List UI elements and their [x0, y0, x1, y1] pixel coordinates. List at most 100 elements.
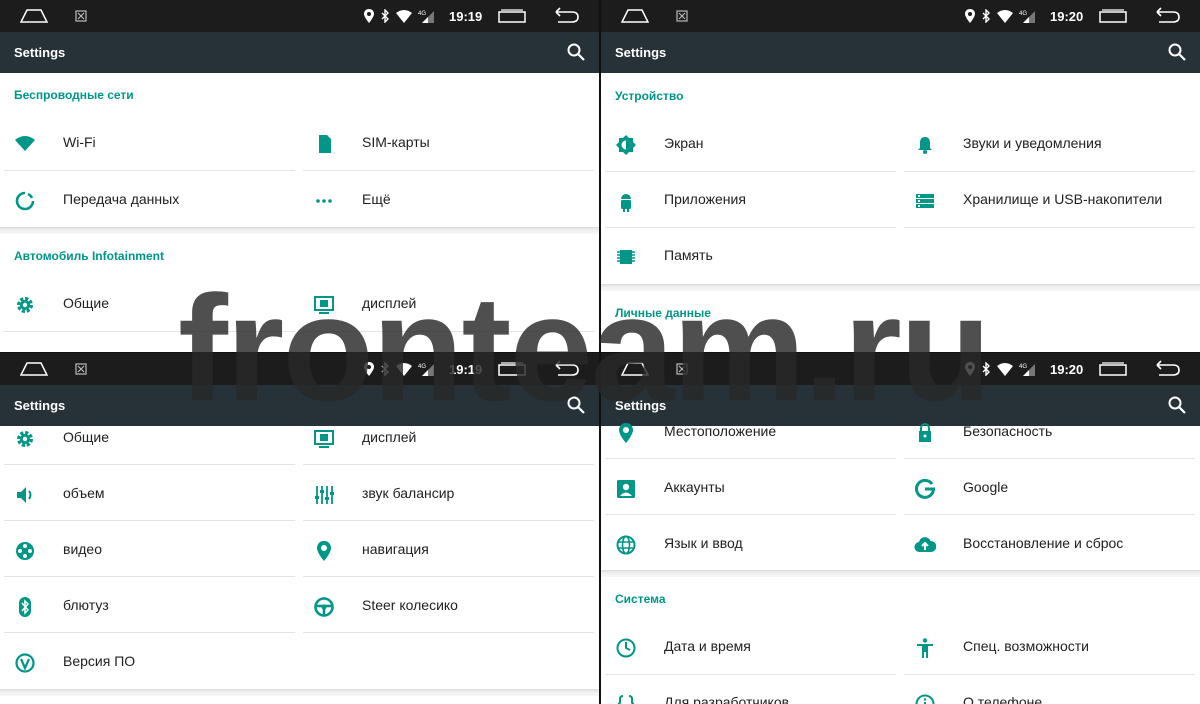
settings-item-apps[interactable]: Приложения	[603, 171, 896, 227]
settings-item-label: Память	[664, 247, 713, 263]
recent-apps-icon[interactable]	[498, 362, 526, 376]
settings-item-developer[interactable]: Для разработчиков	[603, 674, 896, 704]
settings-item-volume[interactable]: объем	[2, 465, 295, 521]
settings-item-label: дисплей	[362, 295, 417, 311]
settings-item-display[interactable]: дисплей	[301, 409, 594, 465]
settings-item-backup[interactable]: Восстановление и сброс	[902, 515, 1195, 571]
search-icon[interactable]	[1168, 43, 1186, 61]
status-bar: 4G 19:20	[601, 0, 1200, 32]
gear-icon	[17, 297, 33, 313]
settings-item-about[interactable]: О телефоне	[902, 674, 1195, 704]
usb-debug-icon	[676, 363, 688, 375]
settings-item-label: Wi-Fi	[63, 134, 96, 150]
settings-item-display[interactable]: дисплей	[301, 275, 594, 331]
home-icon[interactable]	[20, 9, 48, 23]
settings-item-label: дисплей	[362, 429, 417, 445]
settings-item-label: Аккаунты	[664, 479, 725, 495]
status-bar: 4G 19:19	[0, 0, 599, 32]
settings-item-bluetooth[interactable]: блютуз	[2, 577, 295, 633]
settings-list: Местоположение Безопасность Аккаунты Goo…	[601, 423, 1200, 704]
back-icon[interactable]	[1153, 360, 1181, 378]
settings-item-accounts[interactable]: Аккаунты	[603, 459, 896, 515]
accessibility-icon	[917, 638, 933, 658]
settings-item-language[interactable]: Язык и ввод	[603, 515, 896, 571]
settings-item-label: Общие	[63, 429, 110, 445]
film-reel-icon	[16, 542, 34, 560]
settings-item-label: SIM-карты	[362, 134, 430, 150]
usb-debug-icon	[75, 363, 87, 375]
home-icon[interactable]	[621, 9, 649, 23]
settings-item-label: Хранилище и USB-накопители	[963, 191, 1163, 207]
home-icon[interactable]	[621, 362, 649, 376]
lock-icon	[919, 423, 931, 442]
bluetooth-icon	[19, 597, 31, 617]
settings-item-general[interactable]: Общие	[2, 409, 295, 465]
recent-apps-icon[interactable]	[1099, 362, 1127, 376]
settings-item-version[interactable]: Версия ПО	[2, 633, 295, 689]
location-icon	[619, 423, 633, 443]
settings-item-sim[interactable]: SIM-карты	[301, 114, 594, 170]
back-icon[interactable]	[1153, 7, 1181, 25]
settings-item-wifi[interactable]: Wi-Fi	[2, 114, 295, 170]
settings-item-screen[interactable]: Экран	[603, 115, 896, 171]
settings-item-video[interactable]: видео	[2, 521, 295, 577]
settings-item-balance[interactable]: звук балансир	[301, 465, 594, 521]
page-title: Settings	[615, 45, 667, 60]
display-icon	[314, 430, 334, 448]
android-icon	[621, 194, 631, 212]
settings-item-label: О телефоне	[963, 694, 1043, 704]
recent-apps-icon[interactable]	[498, 9, 526, 23]
back-icon[interactable]	[552, 7, 580, 25]
settings-item-label: объем	[63, 485, 105, 501]
settings-list: Беспроводные сети Wi-Fi SIM-карты Переда…	[0, 73, 599, 352]
settings-item-storage[interactable]: Хранилище и USB-накопители	[902, 171, 1195, 227]
settings-list: Устройство Экран Звуки и уведомления При…	[601, 73, 1200, 352]
bluetooth-icon	[982, 362, 990, 376]
wifi-signal-icon	[396, 9, 412, 23]
settings-item-data-usage[interactable]: Передача данных	[2, 171, 295, 227]
cloud-upload-icon	[914, 537, 936, 553]
settings-item-label: Дата и время	[664, 638, 751, 654]
svg-text:4G: 4G	[418, 364, 426, 370]
svg-text:4G: 4G	[418, 11, 426, 17]
app-bar: Settings	[601, 32, 1200, 73]
settings-item-security[interactable]: Безопасность	[902, 403, 1195, 459]
settings-item-datetime[interactable]: Дата и время	[603, 618, 896, 674]
settings-item-label: Steer колесико	[362, 597, 458, 613]
settings-item-location[interactable]: Местоположение	[603, 403, 896, 459]
settings-item-accessibility[interactable]: Спец. возможности	[902, 618, 1195, 674]
home-icon[interactable]	[20, 362, 48, 376]
settings-item-navigation[interactable]: навигация	[301, 521, 594, 577]
settings-item-general[interactable]: Общие	[2, 275, 295, 331]
equalizer-icon	[315, 486, 334, 504]
recent-apps-icon[interactable]	[1099, 9, 1127, 23]
network-4g-icon: 4G	[418, 11, 434, 23]
back-icon[interactable]	[552, 360, 580, 378]
settings-item-steer[interactable]: Steer колесико	[301, 577, 594, 633]
settings-item-label: Восстановление и сброс	[963, 535, 1124, 551]
settings-panel-top-left: 4G 19:19 Settings Беспроводные сети Wi-F…	[0, 0, 599, 352]
settings-item-label: Язык и ввод	[664, 535, 743, 551]
globe-icon	[616, 535, 636, 555]
wifi-signal-icon	[396, 362, 412, 376]
location-icon	[364, 9, 374, 23]
more-icon	[316, 199, 332, 203]
settings-item-label: Экран	[664, 135, 704, 151]
settings-item-more[interactable]: Ещё	[301, 171, 594, 227]
section-system: Система	[615, 592, 666, 606]
settings-panel-top-right: 4G 19:20 Settings Устройство Экран Звуки…	[601, 0, 1200, 352]
settings-item-sounds[interactable]: Звуки и уведомления	[902, 115, 1195, 171]
location-icon	[965, 362, 975, 376]
search-icon[interactable]	[567, 43, 585, 61]
section-auto-infotainment: Автомобиль Infotainment	[14, 249, 164, 263]
page-title: Settings	[14, 45, 66, 60]
status-time: 19:19	[449, 9, 483, 24]
settings-item-google[interactable]: Google	[902, 459, 1195, 515]
settings-item-memory[interactable]: Память	[603, 227, 896, 283]
svg-text:4G: 4G	[1019, 364, 1027, 370]
settings-item-label: навигация	[362, 541, 429, 557]
settings-item-label: Google	[963, 479, 1009, 495]
status-icons: 4G	[364, 8, 434, 24]
bluetooth-icon	[381, 9, 389, 23]
wifi-icon	[15, 136, 35, 151]
